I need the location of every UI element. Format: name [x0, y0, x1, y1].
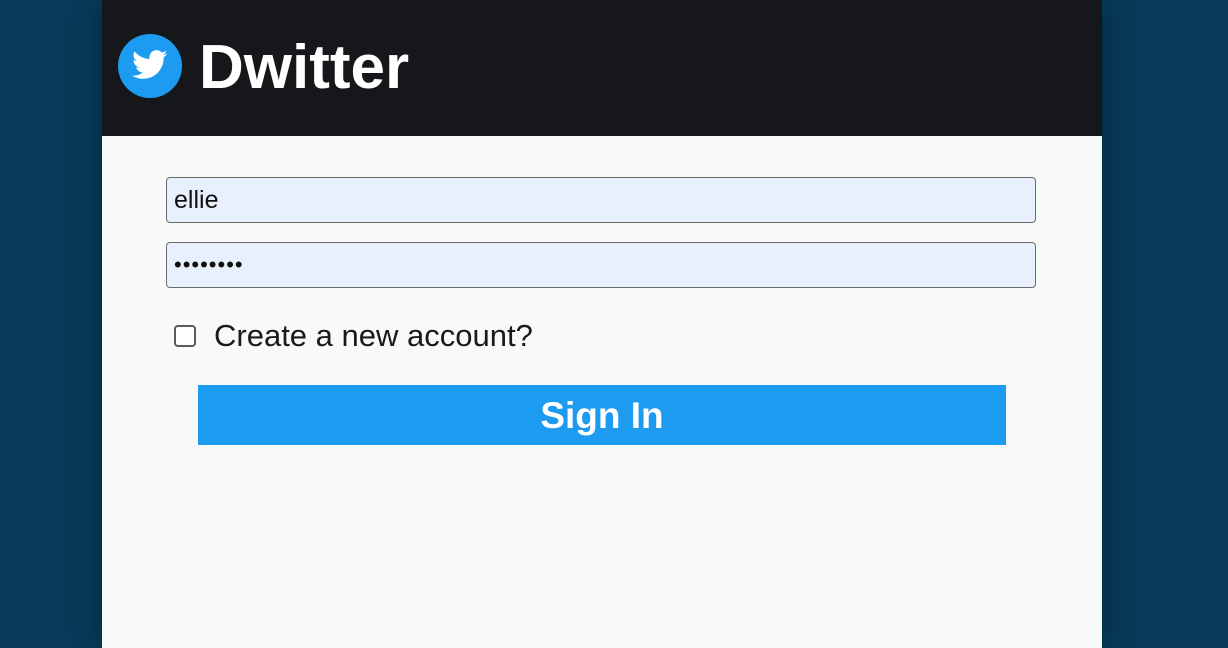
app-title: Dwitter: [199, 33, 410, 102]
sign-in-button[interactable]: Sign In: [198, 385, 1006, 445]
create-account-checkbox[interactable]: [174, 325, 196, 347]
create-account-row[interactable]: Create a new account?: [174, 316, 533, 356]
bird-icon: [132, 50, 168, 79]
app-header: Dwitter: [102, 0, 1102, 136]
app-container: Dwitter Create a new account? Sign In: [102, 0, 1102, 648]
create-account-label[interactable]: Create a new account?: [214, 318, 533, 354]
username-input[interactable]: [166, 177, 1036, 223]
password-input[interactable]: [166, 242, 1036, 288]
logo: [118, 34, 182, 98]
